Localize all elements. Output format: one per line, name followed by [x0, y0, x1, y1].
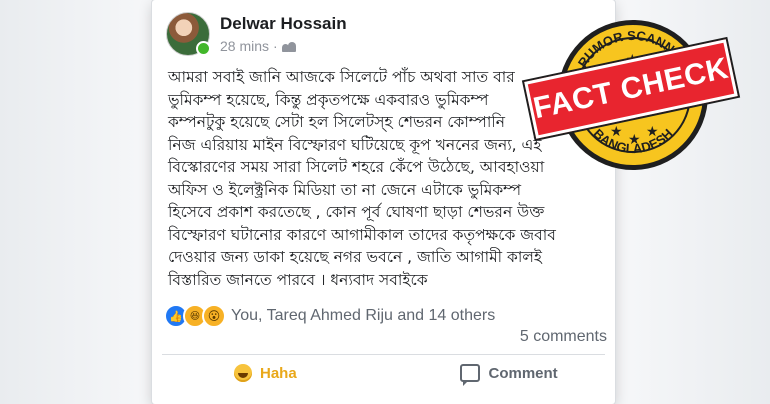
author-name[interactable]: Delwar Hossain	[220, 14, 347, 34]
reactions-summary[interactable]: 👍 😆 😮 You, Tareq Ahmed Riju and 14 other…	[164, 304, 495, 328]
meta-separator: ·	[273, 38, 278, 54]
svg-text:★: ★	[610, 124, 623, 140]
actions-divider	[162, 354, 605, 355]
author-avatar[interactable]	[166, 12, 211, 56]
post-body-line: বিস্ফোরণ ঘটানোর কারণে আগামীকাল তাদের কতৃ…	[168, 225, 556, 244]
comments-count-link[interactable]: 5 comments	[520, 328, 607, 346]
post-header: Delwar Hossain 28 mins ·	[166, 12, 347, 56]
haha-reaction-button[interactable]: Haha	[152, 364, 390, 382]
svg-text:★: ★	[646, 124, 659, 140]
comment-bubble-icon	[459, 364, 480, 386]
post-body-line: দেওয়ার জন্য ডাকা হয়েছে নগর ভবনে , জাতি…	[168, 248, 542, 266]
wow-reaction-icon: 😮	[202, 304, 226, 328]
online-status-dot	[196, 41, 211, 56]
post-body-line: হিসেবে প্রকাশ করতেছে , কোন পূর্ব ঘোষণা ছ…	[168, 203, 545, 221]
post-timestamp[interactable]: 28 mins	[220, 38, 269, 54]
fact-check-stamp: RUMOR SCANNER BANGLADESH ★ ★ ★ ★ ★ ★ FAC…	[524, 0, 748, 200]
reactions-text[interactable]: You, Tareq Ahmed Riju and 14 others	[231, 307, 495, 325]
comment-button-label: Comment	[488, 364, 558, 382]
haha-emoji-icon	[234, 364, 252, 382]
svg-text:★: ★	[628, 132, 641, 148]
audience-friends-icon[interactable]	[281, 41, 296, 52]
post-actions-bar: Haha Comment	[152, 364, 616, 386]
post-meta: 28 mins ·	[220, 38, 347, 54]
comment-button[interactable]: Comment	[390, 364, 616, 386]
post-body-line: বিস্তারিত জানতে পারবে । ধন্যবাদ সবাইকে	[168, 270, 428, 289]
haha-button-label: Haha	[260, 364, 297, 382]
